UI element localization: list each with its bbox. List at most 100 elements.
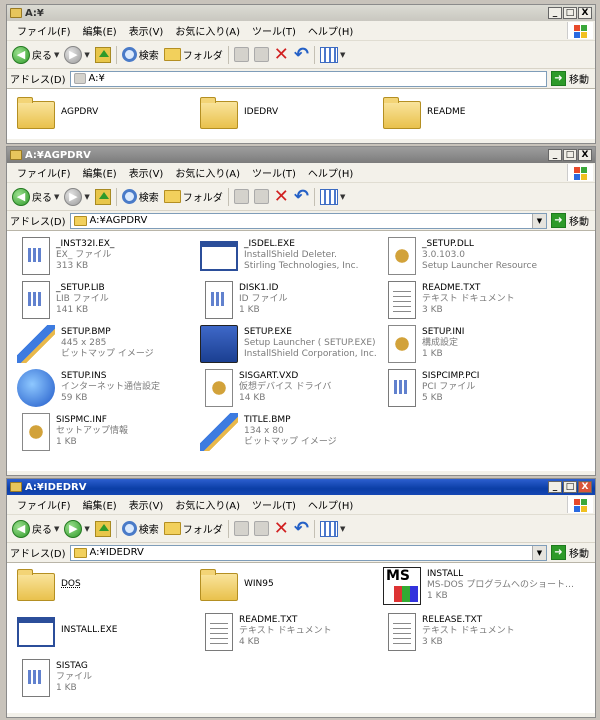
file-item[interactable]: _SETUP.DLL 3.0.103.0 Setup Launcher Resour… xyxy=(383,237,563,275)
search-button[interactable]: 検索 xyxy=(121,521,159,536)
copy-to-icon[interactable] xyxy=(253,189,269,204)
menu-view[interactable]: 表示(V) xyxy=(123,165,170,180)
folders-button[interactable]: フォルダ xyxy=(163,189,223,204)
forward-button[interactable]: ▶ ▼ xyxy=(64,187,90,206)
menu-edit[interactable]: 編集(E) xyxy=(77,497,123,512)
file-item[interactable]: SETUP.EXE Setup Launcher ( SETUP.EXE) Inst… xyxy=(200,325,380,363)
delete-icon[interactable]: ✕ xyxy=(274,45,289,63)
menu-tools[interactable]: ツール(T) xyxy=(246,165,302,180)
back-button[interactable]: ◀ 戻る ▼ xyxy=(12,45,59,64)
delete-icon[interactable]: ✕ xyxy=(274,519,289,537)
menu-help[interactable]: ヘルプ(H) xyxy=(302,165,359,180)
move-to-icon[interactable] xyxy=(233,521,249,536)
copy-to-icon[interactable] xyxy=(253,521,269,536)
file-item-install-exe[interactable]: INSTALL.EXE xyxy=(17,613,197,647)
address-input[interactable]: A:¥IDEDRV ▼ xyxy=(69,544,547,561)
file-item-readme[interactable]: README xyxy=(383,95,563,129)
folders-button[interactable]: フォルダ xyxy=(163,47,223,62)
title-bar[interactable]: A:¥ _ □ X xyxy=(7,5,595,21)
title-bar[interactable]: A:¥IDEDRV _ □ X xyxy=(7,479,595,495)
go-button[interactable]: ➜ 移動 xyxy=(551,71,595,86)
file-item-agpdrv[interactable]: AGPDRV xyxy=(17,95,197,129)
msdos-shortcut-icon xyxy=(383,567,421,605)
file-item[interactable]: SISGART.VXD 仮想デバイス ドライバ 14 KB xyxy=(200,369,380,407)
copy-to-icon[interactable] xyxy=(253,47,269,62)
forward-dropdown-icon[interactable]: ▼ xyxy=(84,51,89,59)
forward-dropdown-icon[interactable]: ▼ xyxy=(84,525,89,533)
go-button[interactable]: ➜ 移動 xyxy=(551,545,595,560)
menu-favorites[interactable]: お気に入り(A) xyxy=(169,165,246,180)
undo-icon[interactable]: ↶ xyxy=(294,45,309,63)
menu-view[interactable]: 表示(V) xyxy=(123,23,170,38)
file-item[interactable]: _ISDEL.EXE InstallShield Deleter. Stirling… xyxy=(200,237,380,272)
menu-view[interactable]: 表示(V) xyxy=(123,497,170,512)
file-item[interactable]: TITLE.BMP 134 x 80 ビットマップ イメージ xyxy=(200,413,380,451)
menu-help[interactable]: ヘルプ(H) xyxy=(302,497,359,512)
menu-edit[interactable]: 編集(E) xyxy=(77,23,123,38)
back-button[interactable]: ◀ 戻る ▼ xyxy=(12,187,59,206)
minimize-button[interactable]: _ xyxy=(548,149,562,161)
address-dropdown-icon[interactable]: ▼ xyxy=(532,545,546,560)
forward-button[interactable]: ▶ ▼ xyxy=(64,519,90,538)
minimize-button[interactable]: _ xyxy=(548,7,562,19)
go-button[interactable]: ➜ 移動 xyxy=(551,213,595,228)
minimize-button[interactable]: _ xyxy=(548,481,562,493)
forward-button[interactable]: ▶ ▼ xyxy=(64,45,90,64)
address-input[interactable]: A:¥AGPDRV ▼ xyxy=(69,212,547,229)
file-item[interactable]: SISPCIMP.PCI PCI ファイル 5 KB xyxy=(383,369,563,407)
folders-button[interactable]: フォルダ xyxy=(163,521,223,536)
close-button[interactable]: X xyxy=(578,149,592,161)
menu-edit[interactable]: 編集(E) xyxy=(77,165,123,180)
undo-icon[interactable]: ↶ xyxy=(294,519,309,537)
views-button[interactable]: ▼ xyxy=(319,188,345,205)
maximize-button[interactable]: □ xyxy=(563,7,577,19)
up-folder-icon[interactable] xyxy=(94,520,111,537)
menu-file[interactable]: ファイル(F) xyxy=(11,165,77,180)
file-size: 1 KB xyxy=(422,349,443,359)
search-button[interactable]: 検索 xyxy=(121,47,159,62)
file-item-install-shortcut[interactable]: INSTALLMS-DOS プログラムへのショート…1 KB xyxy=(383,567,583,605)
up-folder-icon[interactable] xyxy=(94,46,111,63)
file-item[interactable]: SETUP.INS インターネット通信設定 59 KB xyxy=(17,369,197,407)
file-item[interactable]: SETUP.BMP 445 x 285 ビットマップ イメージ xyxy=(17,325,197,363)
file-item[interactable]: DISK1.ID ID ファイル 1 KB xyxy=(200,281,380,319)
move-to-icon[interactable] xyxy=(233,189,249,204)
maximize-button[interactable]: □ xyxy=(563,481,577,493)
back-button[interactable]: ◀ 戻る ▼ xyxy=(12,519,59,538)
menu-tools[interactable]: ツール(T) xyxy=(246,497,302,512)
title-bar[interactable]: A:¥AGPDRV _ □ X xyxy=(7,147,595,163)
file-item[interactable]: _INST32I.EX_ EX_ ファイル 313 KB xyxy=(17,237,197,275)
undo-icon[interactable]: ↶ xyxy=(294,187,309,205)
file-item[interactable]: SISTAG ファイル 1 KB xyxy=(17,659,197,697)
file-item[interactable]: _SETUP.LIB LIB ファイル 141 KB xyxy=(17,281,197,319)
file-item-dos[interactable]: DOS xyxy=(17,567,197,601)
file-item-win95[interactable]: WIN95 xyxy=(200,567,380,601)
menu-file[interactable]: ファイル(F) xyxy=(11,23,77,38)
move-to-icon[interactable] xyxy=(233,47,249,62)
delete-icon[interactable]: ✕ xyxy=(274,187,289,205)
back-dropdown-icon[interactable]: ▼ xyxy=(54,193,59,201)
search-button[interactable]: 検索 xyxy=(121,189,159,204)
forward-dropdown-icon[interactable]: ▼ xyxy=(84,193,89,201)
up-folder-icon[interactable] xyxy=(94,188,111,205)
file-item[interactable]: SISPMC.INF セットアップ情報 1 KB xyxy=(17,413,197,451)
file-item[interactable]: README.TXT テキスト ドキュメント 3 KB xyxy=(383,281,563,319)
views-button[interactable]: ▼ xyxy=(319,520,345,537)
address-dropdown-icon[interactable]: ▼ xyxy=(532,213,546,228)
file-item[interactable]: SETUP.INI 構成設定 1 KB xyxy=(383,325,563,363)
maximize-button[interactable]: □ xyxy=(563,149,577,161)
close-button[interactable]: X xyxy=(578,7,592,19)
close-button[interactable]: X xyxy=(578,481,592,493)
menu-tools[interactable]: ツール(T) xyxy=(246,23,302,38)
views-button[interactable]: ▼ xyxy=(319,46,345,63)
menu-favorites[interactable]: お気に入り(A) xyxy=(169,497,246,512)
file-item[interactable]: README.TXT テキスト ドキュメント 4 KB xyxy=(200,613,380,651)
menu-file[interactable]: ファイル(F) xyxy=(11,497,77,512)
back-dropdown-icon[interactable]: ▼ xyxy=(54,525,59,533)
menu-help[interactable]: ヘルプ(H) xyxy=(302,23,359,38)
file-item[interactable]: RELEASE.TXT テキスト ドキュメント 3 KB xyxy=(383,613,563,651)
back-dropdown-icon[interactable]: ▼ xyxy=(54,51,59,59)
file-item-idedrv[interactable]: IDEDRV xyxy=(200,95,380,129)
address-input[interactable]: A:¥ xyxy=(69,70,547,87)
menu-favorites[interactable]: お気に入り(A) xyxy=(169,23,246,38)
